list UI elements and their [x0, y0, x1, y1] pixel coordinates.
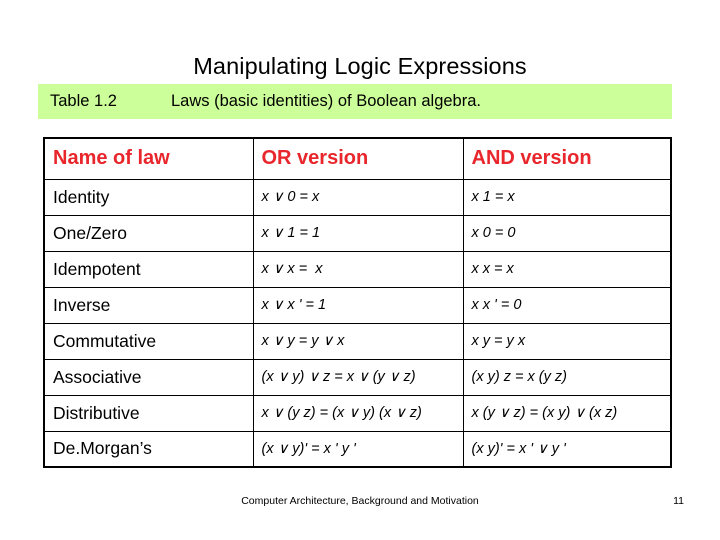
table-row: Distributive x ∨ (y z) = (x ∨ y) (x ∨ z) x…	[43, 394, 672, 432]
and-version-cell: x y = y x	[462, 322, 672, 360]
or-version-cell: x ∨ x = x	[252, 250, 464, 288]
and-version-cell: (x y)' = x ' ∨ y '	[462, 430, 672, 468]
table-caption-label: Table 1.2	[50, 92, 117, 110]
or-version-cell: x ∨ 0 = x	[252, 178, 464, 216]
or-version-cell: x ∨ x ' = 1	[252, 286, 464, 324]
law-name-cell: Commutative	[43, 322, 254, 360]
table-header-row: Name of law OR version AND version	[43, 137, 672, 180]
law-name-cell: De.Morgan’s	[43, 430, 254, 468]
or-version-cell: (x ∨ y)' = x ' y '	[252, 430, 464, 468]
and-version-cell: x 1 = x	[462, 178, 672, 216]
law-name-cell: Inverse	[43, 286, 254, 324]
table-row: Identity x ∨ 0 = xx 1 = x	[43, 178, 672, 216]
table-body: Identity x ∨ 0 = xx 1 = x One/Zero x ∨ 1 = …	[43, 178, 672, 468]
table-caption-text: Laws (basic identities) of Boolean algeb…	[170, 92, 481, 110]
and-version-cell: x 0 = 0	[462, 214, 672, 252]
law-name-cell: Associative	[43, 358, 254, 396]
or-version-cell: x ∨ y = y ∨ x	[252, 322, 464, 360]
or-version-cell: x ∨ 1 = 1	[252, 214, 464, 252]
and-version-cell: (x y) z = x (y z)	[462, 358, 672, 396]
slide-footer: Computer Architecture, Background and Mo…	[0, 495, 720, 511]
or-version-cell: x ∨ (y z) = (x ∨ y) (x ∨ z)	[252, 394, 464, 432]
and-version-cell: x x ' = 0	[462, 286, 672, 324]
law-name-cell: Identity	[43, 178, 254, 216]
table-caption-band: Table 1.2 Laws (basic identities) of Boo…	[38, 84, 672, 119]
law-name-cell: Distributive	[43, 394, 254, 432]
and-version-cell: x x = x	[462, 250, 672, 288]
page-title: Manipulating Logic Expressions	[193, 52, 527, 79]
table-row: Idempotent x ∨ x = xx x = x	[43, 250, 672, 288]
table-row: De.Morgan’s (x ∨ y)' = x ' y ' (x y)' = x …	[43, 430, 672, 468]
column-header-and-version: AND version	[462, 137, 672, 180]
law-name-cell: One/Zero	[43, 214, 254, 252]
footer-title: Computer Architecture, Background and Mo…	[241, 495, 479, 507]
column-header-name-of-law: Name of law	[43, 137, 254, 180]
table-row: One/Zero x ∨ 1 = 1x 0 = 0	[43, 214, 672, 252]
table-row: Commutative x ∨ y = y ∨ xx y = y x	[43, 322, 672, 360]
and-version-cell: x (y ∨ z) = (x y) ∨ (x z)	[462, 394, 672, 432]
column-header-or-version: OR version	[252, 137, 464, 180]
footer-page-number: 11	[673, 495, 684, 507]
boolean-laws-table: Name of law OR version AND version Ident…	[43, 137, 672, 468]
law-name-cell: Idempotent	[43, 250, 254, 288]
or-version-cell: (x ∨ y) ∨ z = x ∨ (y ∨ z)	[252, 358, 464, 396]
table-row: Associative (x ∨ y) ∨ z = x ∨ (y ∨ z) (x y…	[43, 358, 672, 396]
table-row: Inverse x ∨ x ' = 1x x ' = 0	[43, 286, 672, 324]
